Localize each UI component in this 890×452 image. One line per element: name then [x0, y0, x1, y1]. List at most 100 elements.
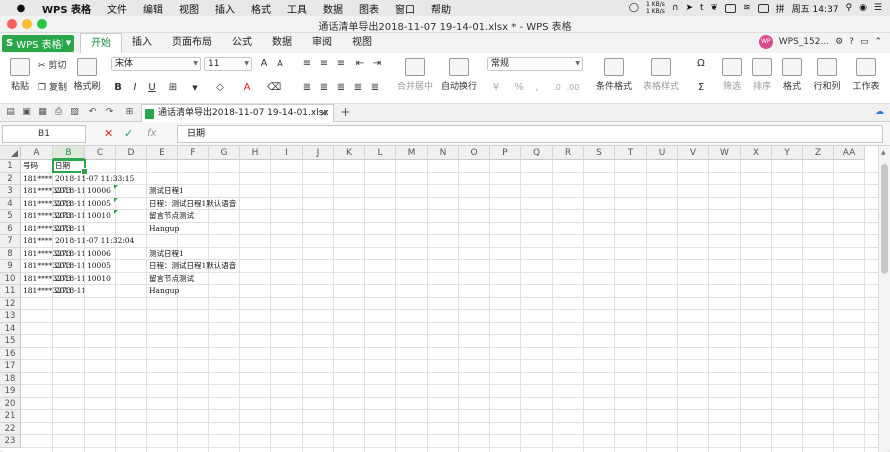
column-header-q[interactable]: Q — [521, 146, 553, 160]
cell-c10[interactable]: 10010 — [85, 273, 111, 285]
menu-format[interactable]: 格式 — [251, 1, 271, 16]
column-header-g[interactable]: G — [209, 146, 240, 160]
cell-a1[interactable]: 号码 — [21, 160, 38, 172]
font-size-select[interactable]: 11 ▼ — [204, 57, 252, 71]
close-tab-icon[interactable]: × — [320, 105, 328, 122]
user-name[interactable]: WPS_152... — [779, 37, 829, 47]
t-app-icon[interactable]: t — [700, 3, 704, 13]
cell-b7[interactable]: 2018-11-07 11:32:04 — [53, 235, 134, 247]
wifi-icon[interactable]: ≋ — [743, 3, 751, 13]
name-box[interactable]: B1 — [2, 125, 86, 143]
tab-review[interactable]: 审阅 — [302, 33, 342, 53]
apple-icon[interactable]: ● — [14, 3, 28, 14]
avatar[interactable]: WP — [758, 35, 773, 49]
column-header-z[interactable]: Z — [803, 146, 834, 160]
tab-data[interactable]: 数据 — [262, 33, 302, 53]
column-header-t[interactable]: T — [615, 146, 647, 160]
row-header-5[interactable]: 5 — [0, 210, 21, 223]
column-header-a[interactable]: A — [21, 146, 53, 160]
row-header-4[interactable]: 4 — [0, 197, 21, 210]
row-header-9[interactable]: 9 — [0, 260, 21, 273]
cell-e5[interactable]: 留言节点测试 — [147, 210, 194, 222]
cancel-edit-icon[interactable]: ✕ — [104, 126, 113, 142]
currency-icon[interactable]: ¥ — [489, 81, 503, 95]
column-header-h[interactable]: H — [240, 146, 271, 160]
column-header-u[interactable]: U — [647, 146, 678, 160]
column-header-v[interactable]: V — [678, 146, 709, 160]
cell-b9[interactable]: 2018-11-07 — [53, 260, 84, 272]
cell-b8[interactable]: 2018-11-07 — [53, 248, 84, 260]
justify-icon[interactable]: ≣ — [351, 81, 365, 95]
send-icon[interactable]: ➤ — [685, 3, 693, 13]
cut-button[interactable]: ✂ 剪切 — [38, 58, 66, 71]
row-header-19[interactable]: 19 — [0, 385, 21, 398]
row-header-10[interactable]: 10 — [0, 272, 21, 285]
row-header-12[interactable]: 12 — [0, 297, 21, 310]
decrease-decimal-icon[interactable]: .00 — [566, 81, 580, 95]
column-header-f[interactable]: F — [178, 146, 209, 160]
increase-font-icon[interactable]: A — [257, 57, 271, 71]
column-header-e[interactable]: E — [147, 146, 178, 160]
align-middle-icon[interactable]: ≡ — [317, 57, 331, 71]
cell-e8[interactable]: 测试日程1 — [147, 248, 184, 260]
row-header-15[interactable]: 15 — [0, 335, 21, 348]
cell-c8[interactable]: 10006 — [85, 248, 111, 260]
row-header-17[interactable]: 17 — [0, 360, 21, 373]
collapse-ribbon-icon[interactable]: ▭ — [860, 37, 869, 47]
cell-e6[interactable]: Hangup — [147, 223, 179, 235]
underline-button[interactable]: U — [145, 81, 159, 95]
clear-format-icon[interactable]: ⌫ — [267, 81, 281, 95]
clock[interactable]: 周五 14:37 — [792, 2, 839, 15]
decrease-indent-icon[interactable]: ⇤ — [353, 57, 367, 71]
column-header-w[interactable]: W — [709, 146, 741, 160]
sum-icon[interactable]: Σ — [694, 81, 708, 95]
percent-icon[interactable]: % — [512, 81, 526, 95]
cloud-icon[interactable]: ☁ — [874, 107, 885, 118]
cell-b11[interactable]: 2018-11-07 — [53, 285, 84, 297]
column-header-d[interactable]: D — [116, 146, 147, 160]
display-icon[interactable] — [725, 3, 737, 13]
column-header-k[interactable]: K — [334, 146, 365, 160]
bold-button[interactable]: B — [111, 81, 125, 95]
column-header-p[interactable]: P — [490, 146, 521, 160]
cell-c5[interactable]: 10010 — [85, 210, 111, 222]
new-tab-icon[interactable]: + — [340, 106, 351, 118]
column-header-s[interactable]: S — [584, 146, 615, 160]
column-header-r[interactable]: R — [553, 146, 584, 160]
column-header-i[interactable]: I — [271, 146, 303, 160]
battery-icon[interactable] — [757, 3, 769, 13]
tab-home[interactable]: 开始 — [80, 33, 122, 53]
menu-tools[interactable]: 工具 — [287, 1, 307, 16]
menu-help[interactable]: 帮助 — [431, 1, 451, 16]
row-header-20[interactable]: 20 — [0, 397, 21, 410]
cell-b10[interactable]: 2018-11-07 — [53, 273, 84, 285]
menu-app-name[interactable]: WPS 表格 — [42, 1, 91, 16]
wps-menu-button[interactable]: S WPS 表格 ▼ — [2, 34, 74, 52]
menu-file[interactable]: 文件 — [107, 1, 127, 16]
cell-e10[interactable]: 留言节点测试 — [147, 273, 194, 285]
worksheet-button[interactable]: 工作表 — [848, 58, 884, 92]
cell-b6[interactable]: 2018-11-07 — [53, 223, 84, 235]
row-header-1[interactable]: 1 — [0, 160, 21, 173]
vertical-scrollbar[interactable]: ▲ — [878, 146, 890, 452]
cell-e11[interactable]: Hangup — [147, 285, 179, 297]
cell-e4[interactable]: 日程：测试日程1默认语音 — [147, 198, 236, 210]
cell-b5[interactable]: 2018-11-07 — [53, 210, 84, 222]
row-header-16[interactable]: 16 — [0, 347, 21, 360]
paste-button[interactable]: 粘贴 — [6, 58, 34, 92]
number-format-select[interactable]: 常规 ▼ — [487, 57, 583, 71]
column-header-y[interactable]: Y — [772, 146, 803, 160]
undo-icon[interactable]: ↶ — [87, 107, 98, 118]
align-top-icon[interactable]: ≡ — [300, 57, 314, 71]
borders-icon[interactable]: ⊞ — [166, 81, 180, 95]
cell-e3[interactable]: 测试日程1 — [147, 185, 184, 197]
cell-b3[interactable]: 2018-11-07 — [53, 185, 84, 197]
font-color-icon[interactable]: A — [240, 81, 254, 95]
row-header-23[interactable]: 23 — [0, 435, 21, 448]
row-header-6[interactable]: 6 — [0, 222, 21, 235]
notification-list-icon[interactable]: ☰ — [874, 3, 882, 13]
row-header-22[interactable]: 22 — [0, 422, 21, 435]
spreadsheet-grid[interactable]: A B C D E F G H I J K L M N O P Q R S T U V W X Y Z AA 1 2 3 4 5 6 7 8 9 10 1… — [0, 146, 878, 452]
cell-e9[interactable]: 日程：测试日程1默认语音 — [147, 260, 236, 272]
chevron-down-icon[interactable]: ▼ — [188, 81, 202, 95]
